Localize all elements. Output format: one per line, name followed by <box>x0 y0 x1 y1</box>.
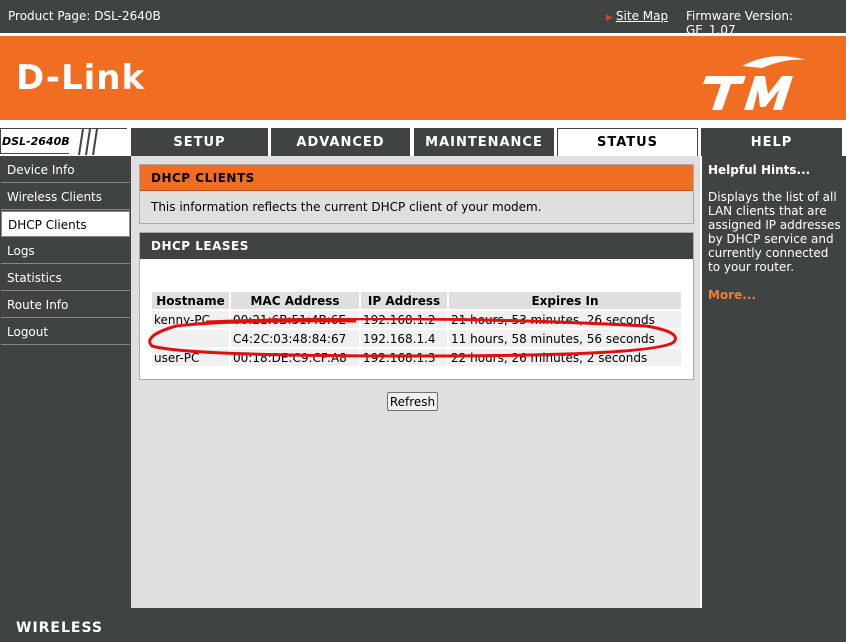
tab-status[interactable]: STATUS <box>557 128 698 156</box>
column-header-mac-address: MAC Address <box>231 292 359 309</box>
sidebar-item-dhcp-clients[interactable]: DHCP Clients <box>1 211 130 237</box>
brand-header: D-Link <box>0 33 846 123</box>
model-label: DSL-2640B <box>2 135 70 148</box>
tab-row: DSL-2640B SETUP ADVANCED MAINTENANCE STA… <box>0 126 846 156</box>
refresh-button[interactable]: Refresh <box>387 392 438 411</box>
table-header-row: Hostname MAC Address IP Address Expires … <box>152 292 681 309</box>
product-page-label: Product Page: DSL-2640B <box>8 9 161 23</box>
footer: WIRELESS <box>0 608 846 642</box>
site-map-link[interactable]: Site Map <box>616 9 668 23</box>
tab-help[interactable]: HELP <box>701 128 842 156</box>
sidebar-item-statistics[interactable]: Statistics <box>1 265 130 291</box>
tab-setup[interactable]: SETUP <box>131 128 268 156</box>
main-content: DHCP CLIENTS This information reflects t… <box>131 156 700 608</box>
hints-text: Displays the list of all LAN clients tha… <box>708 190 841 274</box>
tab-advanced[interactable]: ADVANCED <box>271 128 410 156</box>
sidebar-item-wireless-clients[interactable]: Wireless Clients <box>1 184 130 210</box>
sidebar: Device Info Wireless Clients DHCP Client… <box>0 156 131 608</box>
column-header-expires-in: Expires In <box>449 292 681 309</box>
hints-more-link[interactable]: More... <box>708 288 756 302</box>
dhcp-clients-title: DHCP CLIENTS <box>140 165 693 191</box>
dhcp-clients-description: This information reflects the current DH… <box>140 191 693 223</box>
sidebar-item-route-info[interactable]: Route Info <box>1 292 130 318</box>
model-badge: DSL-2640B <box>0 128 127 155</box>
arrow-right-icon: ▶ <box>606 13 613 23</box>
slash-decoration <box>69 129 127 155</box>
site-map-link-wrap[interactable]: ▶ Site Map <box>606 9 668 23</box>
dhcp-clients-section: DHCP CLIENTS This information reflects t… <box>139 164 694 224</box>
highlight-ellipse <box>148 318 677 358</box>
hints-title: Helpful Hints... <box>708 163 811 177</box>
tab-maintenance[interactable]: MAINTENANCE <box>414 128 554 156</box>
helpful-hints-panel: Helpful Hints... Displays the list of al… <box>700 156 846 608</box>
sidebar-item-logs[interactable]: Logs <box>1 238 130 264</box>
sidebar-item-device-info[interactable]: Device Info <box>1 157 130 183</box>
column-header-hostname: Hostname <box>152 292 229 309</box>
footer-wireless-label: WIRELESS <box>16 620 104 636</box>
dlink-logo: D-Link <box>16 58 146 98</box>
column-header-ip-address: IP Address <box>361 292 447 309</box>
top-bar: Product Page: DSL-2640B ▶ Site Map Firmwa… <box>0 0 846 37</box>
sidebar-item-logout[interactable]: Logout <box>1 319 130 345</box>
dhcp-leases-title: DHCP LEASES <box>140 233 693 259</box>
tm-logo <box>703 56 806 110</box>
